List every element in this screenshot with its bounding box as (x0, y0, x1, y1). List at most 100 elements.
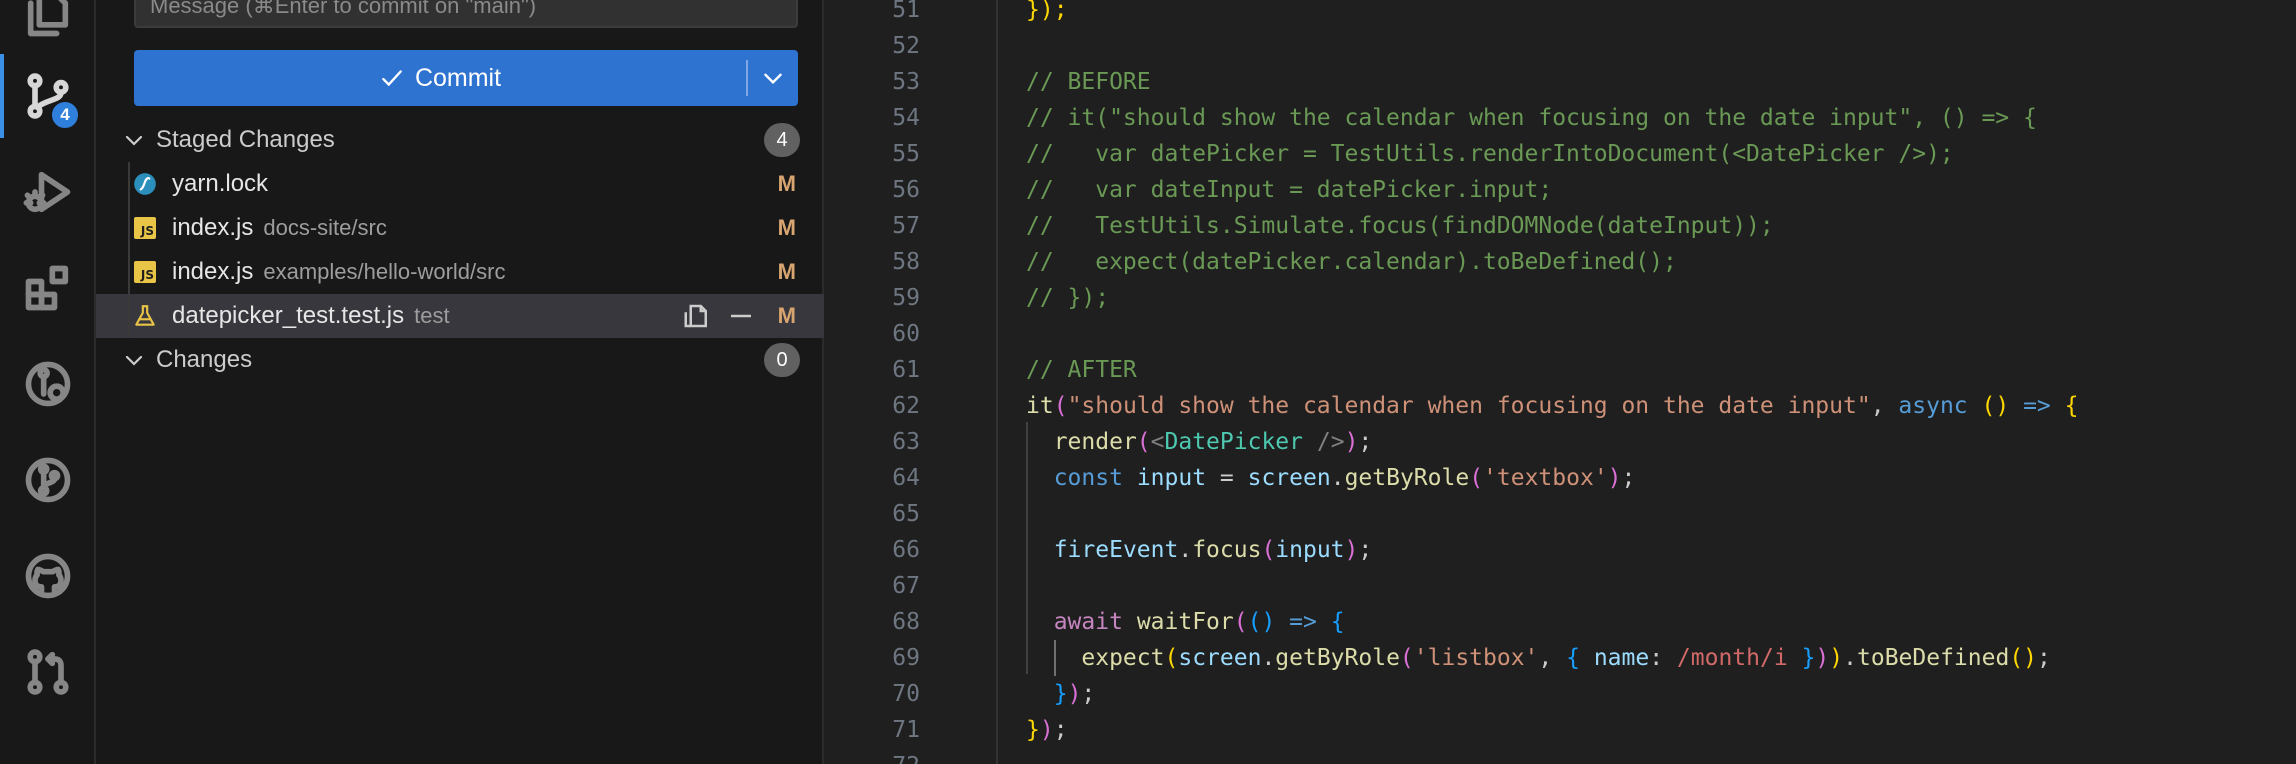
code-token: { (1566, 645, 1580, 671)
code-token: , (1538, 645, 1567, 671)
row-actions (682, 301, 756, 331)
code-token: const (1053, 465, 1123, 491)
chevron-down-icon (764, 73, 782, 85)
code-line[interactable]: 68 await waitFor(() => { (824, 604, 2296, 640)
unstage-minus-icon[interactable] (726, 301, 756, 331)
code-token: async (1898, 393, 1968, 419)
line-number: 59 (892, 285, 920, 311)
code-line[interactable]: 70 }); (824, 676, 2296, 712)
commit-main-action[interactable]: Commit (134, 50, 746, 106)
code-text: // expect(datePicker.calendar).toBeDefin… (1026, 244, 1677, 280)
chevron-down-icon (125, 355, 143, 366)
line-number: 58 (892, 249, 920, 275)
code-line[interactable]: 69 expect(screen.getByRole('listbox', { … (824, 640, 2296, 676)
code-text: fireEvent.focus(input); (1026, 532, 1373, 568)
code-token: 'textbox' (1483, 465, 1608, 491)
code-line[interactable]: 66 fireEvent.focus(input); (824, 532, 2296, 568)
code-token: 'listbox' (1413, 645, 1539, 671)
code-token: expect (1081, 645, 1165, 671)
code-line[interactable]: 55 // var datePicker = TestUtils.renderIn… (824, 136, 2296, 172)
staged-file-row[interactable]: yarn.lock M (96, 162, 824, 206)
code-line[interactable]: 52 (824, 28, 2296, 64)
code-token: }); (1026, 0, 1068, 23)
code-line[interactable]: 63 render(<DatePicker />); (824, 424, 2296, 460)
code-line[interactable]: 56 // var dateInput = datePicker.input; (824, 172, 2296, 208)
code-token: screen (1247, 465, 1331, 491)
line-number: 52 (892, 33, 920, 59)
code-token: ( (1233, 609, 1248, 635)
code-line[interactable]: 65 (824, 496, 2296, 532)
file-status: M (777, 259, 796, 284)
changes-count-badge: 0 (764, 343, 800, 377)
code-token: DatePicker (1164, 429, 1303, 455)
code-token: } (1026, 717, 1040, 743)
code-token: ; (1358, 537, 1373, 563)
commit-dropdown-button[interactable] (748, 50, 798, 106)
code-editor[interactable]: 51}); 52 53 // BEFORE 54 // it("should show t… (824, 0, 2296, 764)
commit-button[interactable]: Commit (134, 50, 798, 106)
code-line[interactable]: 64 const input = screen.getByRole('textb… (824, 460, 2296, 496)
code-line[interactable]: 61 // AFTER (824, 352, 2296, 388)
code-token: => (1289, 609, 1317, 635)
code-line[interactable]: 54 // it("should show the calendar when f… (824, 100, 2296, 136)
code-token: () (1247, 609, 1276, 635)
git-graph-icon[interactable] (0, 336, 96, 432)
source-control-icon[interactable]: 4 (0, 48, 96, 144)
code-token: ) (1067, 681, 1082, 707)
staged-changes-title: Staged Changes (156, 126, 335, 153)
indent-guide (1026, 422, 1028, 674)
code-token: : (1649, 645, 1677, 671)
code-token: // var dateInput = datePicker.input; (1026, 177, 1553, 203)
line-number: 53 (892, 69, 920, 95)
commit-message-input[interactable]: Message (⌘Enter to commit on "main") (134, 0, 798, 28)
code-token: // it("should show the calendar when foc… (1026, 105, 2037, 131)
file-status: M (777, 215, 796, 240)
code-text: // AFTER (1026, 352, 1137, 388)
js-icon: JS (132, 215, 158, 241)
code-line[interactable]: 51}); (824, 0, 2296, 28)
github-icon[interactable] (0, 528, 96, 624)
staged-file-row[interactable]: JS index.js examples/hello-world/src M (96, 250, 824, 294)
code-token: { (2064, 393, 2079, 419)
code-token: // expect(datePicker.calendar).toBeDefin… (1026, 249, 1677, 275)
code-line[interactable]: 67 (824, 568, 2296, 604)
changes-header[interactable]: Changes 0 (96, 338, 824, 382)
staged-file-row[interactable]: JS index.js docs-site/src M (96, 206, 824, 250)
code-token: = (1206, 465, 1248, 491)
code-line[interactable]: 59 // }); (824, 280, 2296, 316)
staged-file-row[interactable]: datepicker_test.test.js test M (96, 294, 824, 338)
code-line[interactable]: 60 (824, 316, 2296, 352)
check-icon (382, 70, 402, 87)
file-name: datepicker_test.test.js test (172, 302, 450, 329)
code-token: } (1053, 681, 1068, 707)
line-number: 64 (892, 465, 920, 491)
code-text: // var datePicker = TestUtils.renderInto… (1026, 136, 1954, 172)
code-token: { (1330, 609, 1345, 635)
code-line[interactable]: 57 // TestUtils.Simulate.focus(findDOMNod… (824, 208, 2296, 244)
file-name: index.js docs-site/src (172, 214, 387, 241)
line-number: 67 (892, 573, 920, 599)
code-line[interactable]: 71}); (824, 712, 2296, 748)
extensions-icon[interactable] (0, 240, 96, 336)
run-debug-icon[interactable] (0, 144, 96, 240)
code-token: screen (1178, 645, 1262, 671)
flask-icon (132, 303, 158, 329)
code-text: }); (1026, 0, 1068, 28)
code-line[interactable]: 62 it("should show the calendar when focu… (824, 388, 2296, 424)
code-line[interactable]: 58 // expect(datePicker.calendar).toBeDef… (824, 244, 2296, 280)
line-number: 62 (892, 393, 920, 419)
git-branch-icon[interactable] (0, 432, 96, 528)
code-token: ) (1344, 537, 1359, 563)
pull-request-icon[interactable] (0, 624, 96, 720)
staged-changes-header[interactable]: Staged Changes 4 (96, 118, 824, 162)
code-line[interactable]: 72 (824, 748, 2296, 764)
code-text: await waitFor(() => { (1026, 604, 1345, 640)
code-line[interactable]: 53 // BEFORE (824, 64, 2296, 100)
open-file-icon[interactable] (682, 301, 712, 331)
